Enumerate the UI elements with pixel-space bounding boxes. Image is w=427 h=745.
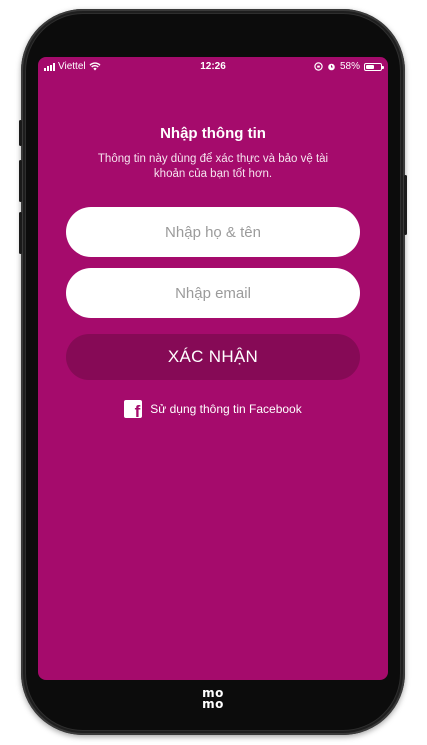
momo-logo: mo mo [202, 686, 224, 711]
power-button [404, 175, 407, 235]
app-screen: Viettel 12:26 58% Nhập thông tin Thông t… [38, 57, 388, 680]
status-bar: Viettel 12:26 58% [38, 57, 388, 77]
full-name-input[interactable] [66, 207, 360, 257]
orientation-lock-icon [314, 62, 323, 71]
facebook-link-label: Sử dụng thông tin Facebook [150, 402, 302, 416]
volume-up-button [19, 160, 22, 202]
battery-level [366, 64, 374, 69]
page-subtitle: Thông tin này dùng để xác thực và bảo vệ… [97, 153, 329, 180]
email-input[interactable] [66, 268, 360, 318]
page-title: Nhập thông tin [160, 125, 266, 142]
battery-icon [364, 62, 384, 71]
facebook-icon: f [124, 400, 143, 418]
volume-down-button [19, 212, 22, 254]
facebook-login-link[interactable]: f Sử dụng thông tin Facebook [38, 400, 388, 418]
confirm-button[interactable]: XÁC NHẬN [66, 334, 360, 380]
side-button [19, 120, 22, 146]
status-right: 58% [314, 61, 384, 72]
page: Viettel 12:26 58% Nhập thông tin Thông t… [0, 0, 427, 745]
battery-percent: 58% [339, 61, 360, 72]
alarm-icon [328, 63, 335, 71]
